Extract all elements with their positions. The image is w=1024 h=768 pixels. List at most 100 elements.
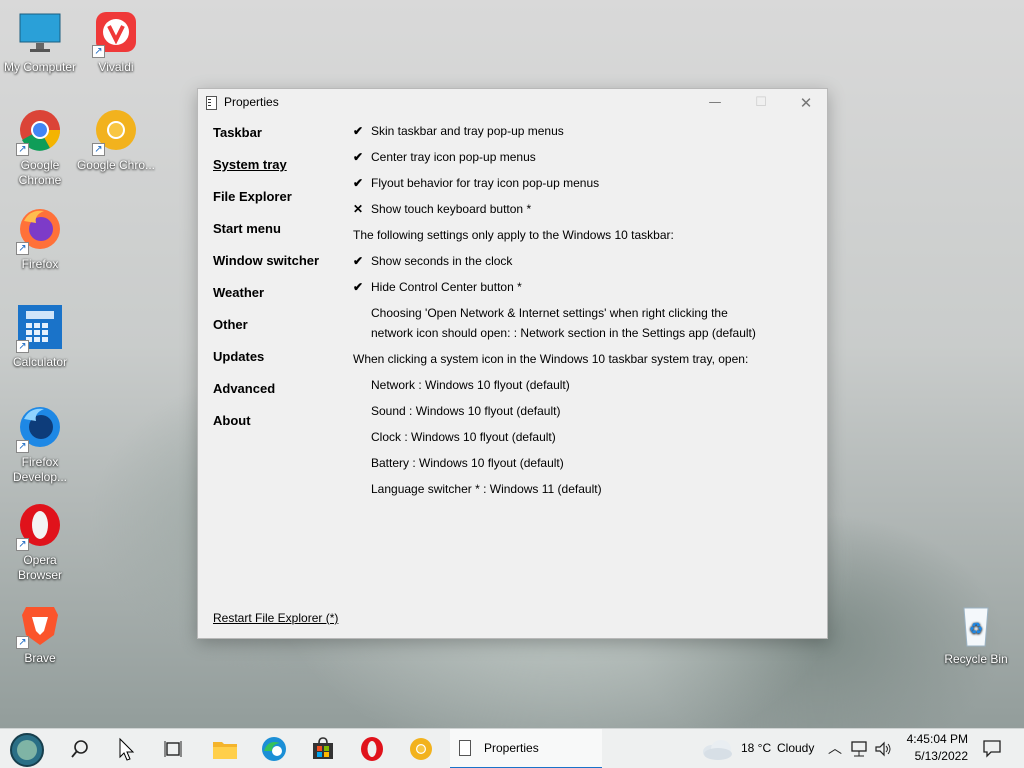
setting-clock-flyout[interactable]: Clock : Windows 10 flyout (default) [353, 427, 813, 453]
network-icon [851, 741, 867, 757]
checkmark-icon: ✔ [353, 124, 364, 138]
setting-label-line2: network icon should open: : Network sect… [371, 326, 756, 340]
desktop-icon-label: Firefox Develop... [12, 455, 68, 484]
setting-skin-taskbar[interactable]: ✔ Skin taskbar and tray pop-up menus [353, 121, 813, 147]
nav-advanced[interactable]: Advanced [213, 381, 319, 413]
shortcut-arrow-icon: ↗ [16, 143, 29, 156]
nav-about[interactable]: About [213, 413, 319, 445]
setting-label: Network : Windows 10 flyout (default) [371, 378, 570, 392]
cortana-button[interactable] [112, 735, 140, 763]
nav-taskbar[interactable]: Taskbar [213, 125, 319, 157]
desktop-icon-label: Google Chro... [76, 158, 156, 172]
shortcut-arrow-icon: ↗ [16, 242, 29, 255]
nav-weather[interactable]: Weather [213, 285, 319, 317]
setting-label: Center tray icon pop-up menus [371, 150, 536, 164]
setting-network-flyout[interactable]: Network : Windows 10 flyout (default) [353, 375, 813, 401]
section-note: When clicking a system icon in the Windo… [353, 352, 749, 366]
brave-icon: ↗ [16, 601, 64, 649]
taskbar-file-explorer[interactable] [211, 735, 239, 763]
desktop-icon-google-chrome[interactable]: ↗ Google Chrome [0, 108, 80, 188]
desktop-icon-my-computer[interactable]: My Computer [0, 10, 80, 75]
clock-time: 4:45:04 PM [906, 732, 968, 746]
setting-center-tray[interactable]: ✔ Center tray icon pop-up menus [353, 147, 813, 173]
notifications-button[interactable] [982, 738, 1002, 758]
taskbar-chrome-canary[interactable] [407, 735, 435, 763]
nav-system-tray[interactable]: System tray [213, 157, 319, 189]
shortcut-arrow-icon: ↗ [92, 143, 105, 156]
desktop-icon-recycle-bin[interactable]: ♻ Recycle Bin [936, 602, 1016, 667]
setting-sound-flyout[interactable]: Sound : Windows 10 flyout (default) [353, 401, 813, 427]
nav-start-menu[interactable]: Start menu [213, 221, 319, 253]
edge-icon [262, 737, 286, 761]
clock[interactable]: 4:45:04 PM 5/13/2022 [896, 731, 968, 767]
taskbar-edge[interactable] [260, 735, 288, 763]
nav-updates[interactable]: Updates [213, 349, 319, 381]
cloud-icon [703, 740, 732, 760]
properties-window[interactable]: Properties — ☐ ✕ Taskbar System tray Fil… [197, 88, 828, 639]
setting-touch-keyboard[interactable]: ✕ Show touch keyboard button * [353, 199, 813, 225]
taskbar-opera[interactable] [358, 735, 386, 763]
cursor-icon [119, 737, 135, 761]
desktop-icon-label: Google Chrome [18, 158, 62, 187]
checkmark-icon: ✔ [353, 150, 364, 164]
weather-widget[interactable]: 18 °C Cloudy [700, 729, 820, 768]
minimize-button[interactable]: — [692, 89, 738, 117]
folder-icon [213, 742, 237, 759]
desktop-icon-calculator[interactable]: ↗ Calculator [0, 305, 80, 370]
setting-language-switcher[interactable]: Language switcher * : Windows 11 (defaul… [353, 479, 813, 505]
desktop-icon-opera[interactable]: ↗ Opera Browser [0, 503, 80, 583]
setting-label: Show touch keyboard button * [371, 202, 532, 216]
setting-label: Sound : Windows 10 flyout (default) [371, 404, 561, 418]
network-tray-button[interactable] [850, 740, 868, 758]
desktop-icon-label: Recycle Bin [944, 652, 1008, 666]
setting-battery-flyout[interactable]: Battery : Windows 10 flyout (default) [353, 453, 813, 479]
opera-icon [361, 737, 383, 761]
restart-explorer-link[interactable]: Restart File Explorer (*) [213, 611, 338, 625]
setting-network-settings[interactable]: Choosing 'Open Network & Internet settin… [353, 303, 813, 349]
weather-temperature: 18 °C [741, 741, 772, 755]
close-button[interactable]: ✕ [783, 89, 829, 117]
chevron-up-icon[interactable]: ︿ [828, 738, 842, 758]
monitor-icon [16, 10, 64, 58]
desktop-icon-vivaldi[interactable]: ↗ Vivaldi [76, 10, 156, 75]
nav-other[interactable]: Other [213, 317, 319, 349]
checkmark-icon: ✔ [353, 254, 364, 268]
start-button[interactable] [10, 733, 44, 767]
nav-window-switcher[interactable]: Window switcher [213, 253, 319, 285]
opera-icon: ↗ [16, 503, 64, 551]
store-icon [313, 737, 333, 759]
shortcut-arrow-icon: ↗ [16, 636, 29, 649]
desktop-icon-brave[interactable]: ↗ Brave [0, 601, 80, 666]
svg-text:♻: ♻ [969, 621, 983, 638]
search-icon [71, 740, 88, 758]
desktop-icon-google-chrome-canary[interactable]: ↗ Google Chro... [76, 108, 156, 173]
task-view-button[interactable] [160, 735, 188, 763]
setting-label: Skin taskbar and tray pop-up menus [371, 124, 564, 138]
checkmark-icon: ✔ [353, 280, 364, 294]
title-bar[interactable]: Properties — ☐ ✕ [198, 89, 827, 117]
maximize-button[interactable]: ☐ [738, 89, 784, 117]
nav-file-explorer[interactable]: File Explorer [213, 189, 319, 221]
chrome-canary-icon: ↗ [92, 108, 140, 156]
win10-note: The following settings only apply to the… [353, 225, 813, 251]
setting-flyout-behavior[interactable]: ✔ Flyout behavior for tray icon pop-up m… [353, 173, 813, 199]
nav-system-tray-label: System tray [213, 157, 287, 172]
desktop-icon-label: Opera Browser [17, 553, 62, 582]
properties-app-icon [459, 740, 471, 756]
taskbar-app-label: Properties [484, 741, 539, 755]
speaker-icon [875, 741, 891, 757]
taskbar-store[interactable] [309, 735, 337, 763]
search-button[interactable] [66, 735, 94, 763]
setting-show-seconds[interactable]: ✔ Show seconds in the clock [353, 251, 813, 277]
settings-panel: ✔ Skin taskbar and tray pop-up menus ✔ C… [353, 121, 813, 505]
section-note: The following settings only apply to the… [353, 228, 674, 242]
setting-hide-control-center[interactable]: ✔ Hide Control Center button * [353, 277, 813, 303]
sidebar-nav: Taskbar System tray File Explorer Start … [213, 125, 319, 445]
desktop-icon-firefox[interactable]: ↗ Firefox [0, 207, 80, 272]
taskbar: Properties 18 °C Cloudy ︿ 4:45:04 PM 5/1… [0, 728, 1024, 768]
taskbar-properties-app[interactable]: Properties [450, 729, 602, 768]
desktop-icon-firefox-developer[interactable]: ↗ Firefox Develop... [0, 405, 80, 485]
setting-label: Clock : Windows 10 flyout (default) [371, 430, 556, 444]
volume-tray-button[interactable] [874, 740, 892, 758]
chrome-icon: ↗ [16, 108, 64, 156]
